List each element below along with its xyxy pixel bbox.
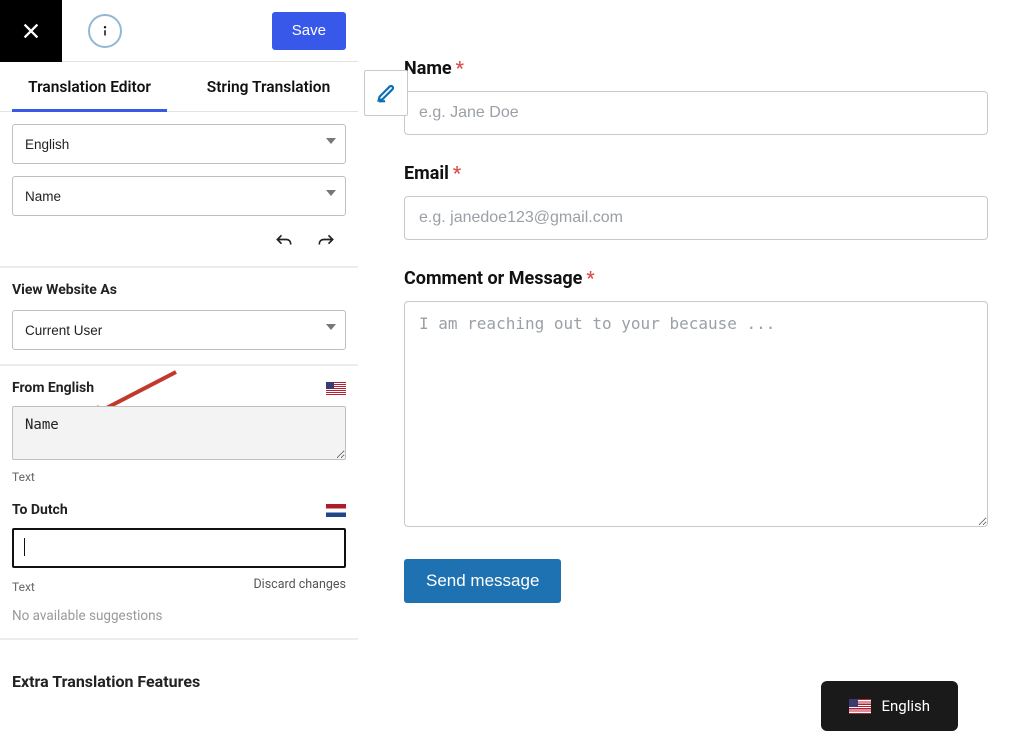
undo-button[interactable]: [274, 232, 294, 252]
target-type-label: Text: [12, 580, 35, 594]
field-select[interactable]: Name: [12, 176, 346, 216]
target-section: To Dutch Text Discard changes No availab…: [0, 498, 358, 638]
tabs: Translation Editor String Translation: [0, 62, 358, 112]
name-label-text: Name: [404, 58, 452, 79]
translation-editor-panel: Save Translation Editor String Translati…: [0, 0, 358, 737]
close-button[interactable]: [0, 0, 62, 62]
text-cursor: [24, 538, 25, 556]
save-button[interactable]: Save: [272, 12, 346, 50]
send-message-button[interactable]: Send message: [404, 559, 561, 603]
undo-icon: [274, 232, 294, 252]
info-icon: [96, 22, 114, 40]
source-type-label: Text: [12, 470, 346, 484]
required-mark: *: [453, 163, 461, 184]
email-label: Email*: [404, 163, 988, 184]
source-label: From English: [12, 380, 94, 396]
pencil-icon: [375, 82, 397, 104]
message-label-text: Comment or Message: [404, 268, 582, 289]
view-as-select[interactable]: Current User: [12, 310, 346, 350]
form-field-message: Comment or Message*: [404, 268, 988, 531]
undo-redo-row: [12, 228, 346, 266]
info-button[interactable]: [88, 14, 122, 48]
tab-string-translation[interactable]: String Translation: [179, 62, 358, 111]
email-input[interactable]: [404, 196, 988, 240]
message-textarea[interactable]: [404, 301, 988, 527]
source-text: [12, 406, 346, 460]
email-label-text: Email: [404, 163, 449, 184]
flag-us-icon: [326, 382, 346, 395]
form-field-email: Email*: [404, 163, 988, 240]
suggestions-empty: No available suggestions: [12, 608, 346, 624]
language-switcher-label: English: [881, 697, 930, 715]
name-label: Name*: [404, 58, 988, 79]
tab-translation-editor[interactable]: Translation Editor: [0, 62, 179, 111]
form-field-name: Name*: [404, 58, 988, 135]
extra-section: Extra Translation Features: [0, 638, 358, 701]
edit-field-button[interactable]: [364, 70, 408, 116]
target-input[interactable]: [12, 528, 346, 568]
message-label: Comment or Message*: [404, 268, 988, 289]
required-mark: *: [456, 58, 464, 79]
name-input[interactable]: [404, 91, 988, 135]
view-as-section: View Website As Current User: [0, 266, 358, 364]
language-select[interactable]: English: [12, 124, 346, 164]
flag-us-icon: [849, 699, 871, 714]
extra-features-title: Extra Translation Features: [12, 654, 346, 701]
target-label: To Dutch: [12, 502, 68, 518]
preview-pane: Name* Email* Comment or Message* Send me…: [358, 0, 1024, 737]
redo-icon: [316, 232, 336, 252]
discard-changes-button[interactable]: Discard changes: [253, 577, 346, 592]
editor-body: English Name View Website As: [0, 112, 358, 737]
editor-header: Save: [0, 0, 358, 62]
close-icon: [20, 20, 42, 42]
flag-nl-icon: [326, 504, 346, 517]
view-as-label: View Website As: [12, 282, 346, 298]
language-switcher[interactable]: English: [821, 681, 958, 731]
required-mark: *: [586, 268, 594, 289]
redo-button[interactable]: [316, 232, 336, 252]
source-section: From English Text: [0, 364, 358, 498]
